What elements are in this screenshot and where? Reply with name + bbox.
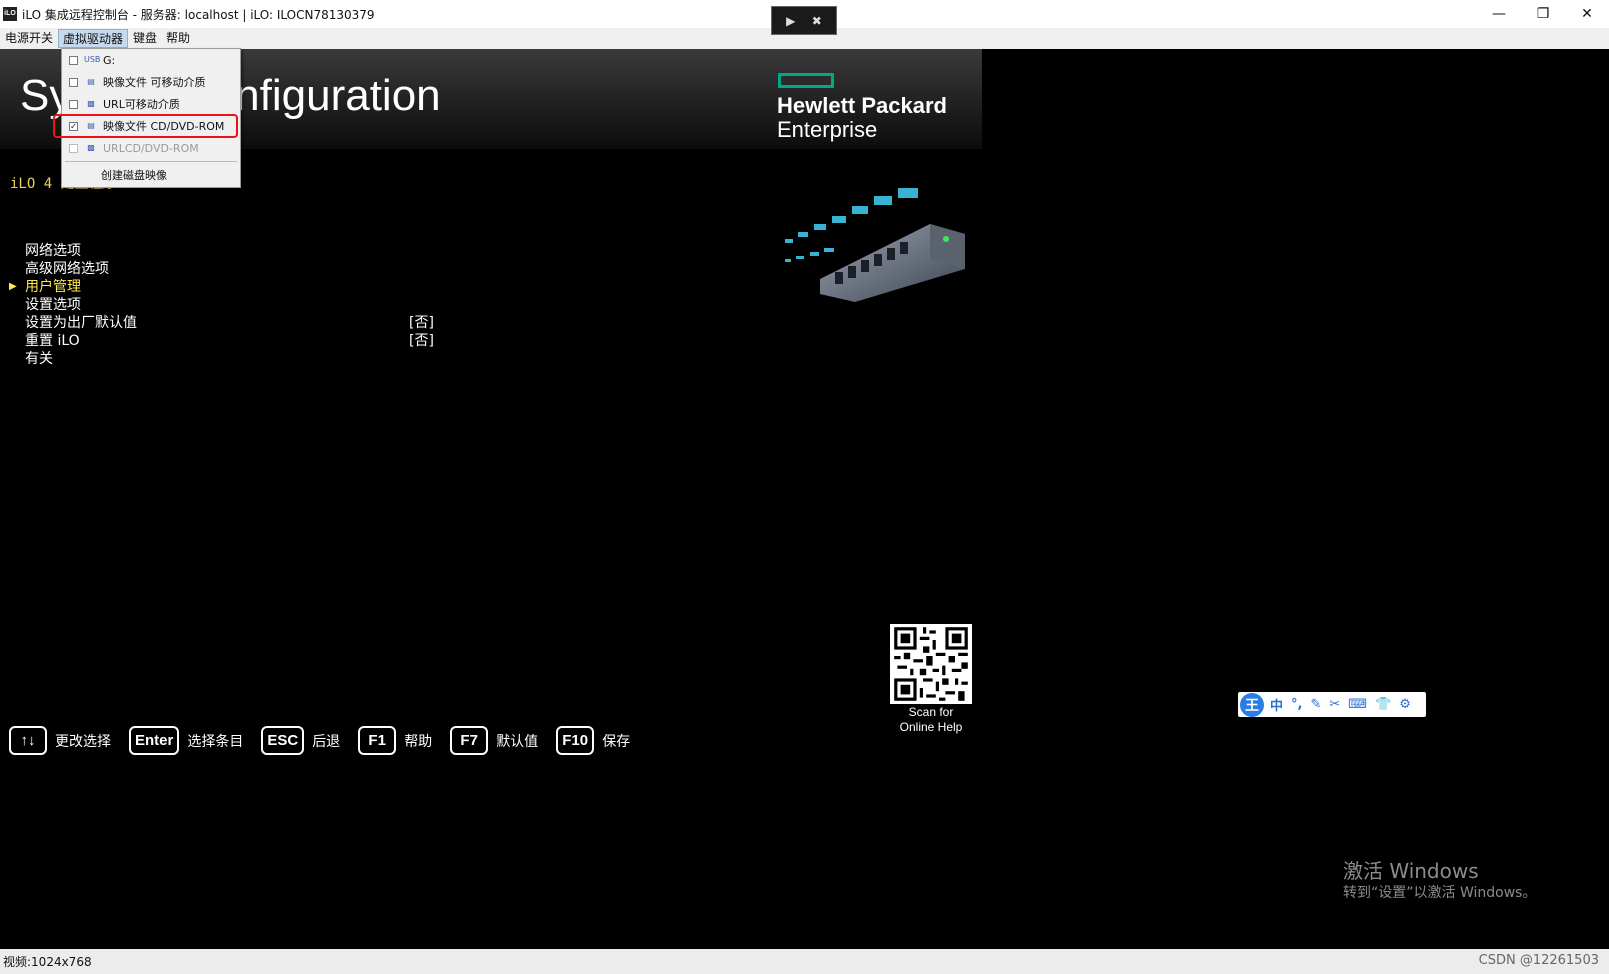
url-removable-option[interactable]: ▩ URL可移动介质 [62,93,240,115]
menu-advanced-network[interactable]: 高级网络选项 [0,260,460,278]
keycap: ↑↓ [9,726,47,755]
create-disk-image-option[interactable]: 创建磁盘映像 [62,164,240,186]
menu-label: 重置 iLO [25,333,80,349]
checkbox-checked[interactable]: ✓ [69,121,78,131]
brand-subname: Enterprise [777,117,878,142]
usb-drive-icon: USB [84,55,101,64]
key-label: 更改选择 [55,733,111,750]
window-title: iLO 集成远程控制台 - 服务器: localhost | iLO: ILOC… [22,7,375,22]
remote-screen[interactable]: System Configuration Hewlett Packard Ent… [0,49,1609,949]
windows-activation-watermark: 激活 Windows 转到“设置”以激活 Windows。 [1343,859,1536,903]
ime-skin-icon[interactable]: 👕 [1375,697,1391,712]
key-label: 选择条目 [187,733,244,750]
menu-label: 高级网络选项 [25,261,109,277]
option-label: 映像文件 CD/DVD-ROM [103,120,225,133]
ime-settings-icon[interactable]: ⚙ [1399,697,1411,712]
option-label: URLCD/DVD-ROM [103,141,199,155]
ime-chinese-mode[interactable]: 中 [1270,695,1283,714]
ime-screenshot-icon[interactable]: ✂ [1329,697,1340,712]
checkbox[interactable] [69,99,78,109]
key-legend: ↑↓ 更改选择 Enter 选择条目 ESC 后退 F1 帮助 F7 默认值 F… [9,726,648,755]
ime-handwriting-icon[interactable]: ✎ [1310,697,1321,712]
menu-power[interactable]: 电源开关 [1,29,57,48]
ime-punctuation-icon[interactable]: °, [1291,697,1302,712]
remote-console-toolbar: ▶ ✖ [771,6,837,35]
menu-settings[interactable]: 设置选项 [0,296,460,314]
key-hint: F1 帮助 [358,726,432,755]
key-hint: F7 默认值 [450,726,538,755]
activation-hint: 转到“设置”以激活 Windows。 [1343,885,1537,901]
close-icon[interactable]: ✕ [1565,0,1609,28]
qr-caption-line2: Online Help [899,720,963,734]
menu-value: [否] [409,333,434,349]
bios-menu: 网络选项 高级网络选项 ▶ 用户管理 设置选项 设置为出厂默认值 [否] 重置 … [0,242,460,368]
qr-caption-line1: Scan for [908,705,954,719]
pin-icon[interactable]: ▶ [786,14,795,28]
menu-network-options[interactable]: 网络选项 [0,242,460,260]
selection-arrow-icon: ▶ [9,281,17,292]
menu-help[interactable]: 帮助 [162,29,194,48]
key-hint: ↑↓ 更改选择 [9,726,111,755]
ime-toolbar: 王 中 °, ✎ ✂ ⌨ 👕 ⚙ [1238,692,1426,717]
menu-virtual-drives[interactable]: 虚拟驱动器 [58,29,129,48]
key-hint: F10 保存 [556,726,630,755]
image-removable-option[interactable]: ▤ 映像文件 可移动介质 [62,71,240,93]
option-label: G: [103,53,116,67]
server-image [785,188,965,302]
brand-name: Hewlett Packard [777,93,947,118]
image-file-icon: ▤ [87,121,95,130]
menu-keyboard[interactable]: 键盘 [129,29,161,48]
key-label: 默认值 [496,733,539,750]
menu-reset-ilo[interactable]: 重置 iLO [否] [0,332,460,350]
keycap: F10 [556,726,595,755]
window-controls: — ❐ ✕ [1477,0,1609,28]
image-file-icon: ▤ [87,77,95,86]
activation-title: 激活 Windows [1343,859,1479,883]
menu-label: 设置选项 [25,297,81,313]
ime-logo-icon[interactable]: 王 [1240,692,1264,717]
menu-separator [65,161,237,162]
menu-user-management[interactable]: ▶ 用户管理 [0,278,460,296]
csdn-watermark: CSDN @12261503 [1478,953,1599,968]
menu-about[interactable]: 有关 [0,350,460,368]
checkbox [69,143,78,153]
key-hint: Enter 选择条目 [129,726,243,755]
hpe-logo-icon [778,73,834,88]
menu-label: 网络选项 [25,243,81,259]
restore-icon[interactable]: ❐ [1521,0,1565,28]
network-drive-icon: ▩ [87,99,95,108]
network-cd-icon: ▩ [87,143,95,152]
keycap: Enter [129,726,180,755]
checkbox[interactable] [69,77,78,87]
virtual-drives-dropdown: USB G: ▤ 映像文件 可移动介质 ▩ URL可移动介质 ✓ ▤ 映像文件 … [53,48,241,188]
qr-caption: Scan for Online Help [890,705,972,735]
qr-code-icon [890,624,972,704]
key-hint: ESC 后退 [261,726,340,755]
keycap: F7 [450,726,489,755]
keycap: ESC [261,726,305,755]
video-resolution: 视频:1024x768 [3,955,92,969]
status-bar: 视频:1024x768 CSDN @12261503 [0,949,1609,974]
menu-factory-defaults[interactable]: 设置为出厂默认值 [否] [0,314,460,332]
menu-label: 用户管理 [25,279,81,295]
checkbox[interactable] [69,55,78,65]
url-cd-dvd-option: ▩ URLCD/DVD-ROM [62,137,240,159]
minimize-icon[interactable]: — [1477,0,1521,28]
key-label: 保存 [602,733,631,750]
key-label: 后退 [312,733,341,750]
menu-value: [否] [409,315,434,331]
option-label: URL可移动介质 [103,98,180,111]
ime-keyboard-icon[interactable]: ⌨ [1348,697,1367,712]
key-label: 帮助 [404,733,433,750]
drive-g-option[interactable]: USB G: [62,49,240,71]
ilo-app-icon: iLO [3,7,17,21]
keycap: F1 [358,726,397,755]
option-label: 映像文件 可移动介质 [103,76,206,89]
close-circle-icon[interactable]: ✖ [812,14,822,28]
image-cd-dvd-option[interactable]: ✓ ▤ 映像文件 CD/DVD-ROM [53,114,238,138]
menu-label: 设置为出厂默认值 [25,315,137,331]
menu-label: 有关 [25,351,53,367]
